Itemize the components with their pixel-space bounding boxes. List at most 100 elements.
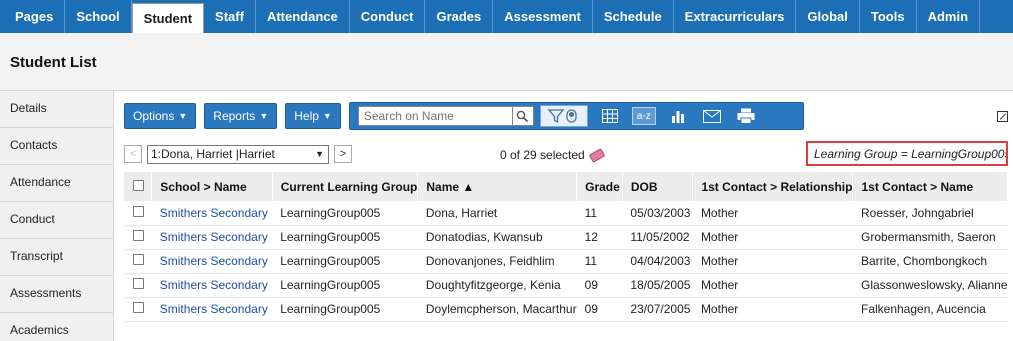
cell-dob: 23/07/2005	[622, 297, 693, 322]
chevron-down-icon: ▼	[315, 149, 324, 159]
cell-name: Donatodias, Kwansub	[417, 225, 577, 250]
cell-grade: 09	[576, 273, 623, 298]
tab-extracurriculars[interactable]: Extracurriculars	[674, 0, 797, 33]
options-button[interactable]: Options ▼	[124, 103, 197, 129]
grid-icon[interactable]	[598, 105, 622, 127]
row-checkbox[interactable]	[124, 201, 152, 226]
cell-school-link[interactable]: Smithers Secondary	[151, 249, 273, 274]
table-row[interactable]: Smithers Secondary LearningGroup005 Doyl…	[124, 297, 1008, 322]
page-title: Student List	[10, 54, 97, 71]
col-learning-group[interactable]: Current Learning Group	[272, 172, 419, 201]
cell-school-link[interactable]: Smithers Secondary	[151, 297, 273, 322]
sidenav-item-conduct[interactable]: Conduct	[0, 202, 113, 239]
search-input[interactable]	[357, 106, 513, 126]
tab-student[interactable]: Student	[131, 3, 205, 33]
tab-assessment[interactable]: Assessment	[493, 0, 593, 33]
table-row[interactable]: Smithers Secondary LearningGroup005 Dona…	[124, 201, 1008, 226]
table-row[interactable]: Smithers Secondary LearningGroup005 Dono…	[124, 249, 1008, 274]
cell-relationship: Mother	[692, 249, 853, 274]
sidenav-item-transcript[interactable]: Transcript	[0, 239, 113, 276]
tab-global[interactable]: Global	[796, 0, 860, 33]
caret-down-icon: ▼	[178, 111, 188, 121]
prev-record-button[interactable]: <	[124, 145, 142, 163]
table-row[interactable]: Smithers Secondary LearningGroup005 Doug…	[124, 273, 1008, 298]
sort-az-icon[interactable]: a-z	[631, 107, 656, 125]
selection-count: 0 of 29 selected	[500, 147, 606, 163]
tab-admin[interactable]: Admin	[917, 0, 981, 33]
sort-az-label: a-z	[636, 110, 651, 122]
mail-icon[interactable]	[700, 105, 724, 127]
title-bar: Student List	[0, 33, 1013, 91]
row-checkbox[interactable]	[124, 249, 152, 274]
sidenav-item-assessments[interactable]: Assessments	[0, 276, 113, 313]
reports-label: Reports	[213, 109, 256, 123]
row-checkbox[interactable]	[124, 273, 152, 298]
tab-school[interactable]: School	[65, 0, 132, 33]
selection-count-text: 0 of 29 selected	[500, 148, 585, 162]
tab-grades[interactable]: Grades	[425, 0, 494, 33]
cell-learning-group: LearningGroup005	[272, 273, 418, 298]
active-filter-label: Learning Group = LearningGroup005	[806, 141, 1008, 166]
cell-dob: 05/03/2003	[622, 201, 693, 226]
cell-learning-group: LearningGroup005	[272, 225, 418, 250]
sidenav-item-attendance[interactable]: Attendance	[0, 165, 113, 202]
record-pager: < 1:Dona, Harriet |Harriet ▼ >	[124, 143, 352, 165]
help-label: Help	[294, 109, 319, 123]
row-checkbox[interactable]	[124, 297, 152, 322]
col-contact-relationship[interactable]: 1st Contact > Relationship	[692, 172, 854, 201]
help-button[interactable]: Help ▼	[285, 103, 341, 129]
next-record-button[interactable]: >	[334, 145, 352, 163]
cell-relationship: Mother	[692, 273, 853, 298]
tab-conduct[interactable]: Conduct	[350, 0, 426, 33]
student-table: School > Name Current Learning Group Nam…	[124, 172, 1008, 322]
cell-grade: 11	[576, 249, 623, 274]
tool-strip: a-z	[348, 102, 804, 130]
table-row[interactable]: Smithers Secondary LearningGroup005 Dona…	[124, 225, 1008, 250]
cell-dob: 04/04/2003	[622, 249, 693, 274]
chart-icon[interactable]	[666, 105, 690, 127]
cell-dob: 18/05/2005	[622, 273, 693, 298]
tab-attendance[interactable]: Attendance	[256, 0, 350, 33]
col-school-name[interactable]: School > Name	[151, 172, 273, 201]
cell-name: Doylemcpherson, Macarthur	[417, 297, 577, 322]
cell-relationship: Mother	[692, 225, 853, 250]
reports-button[interactable]: Reports ▼	[204, 103, 278, 129]
cell-school-link[interactable]: Smithers Secondary	[151, 273, 273, 298]
col-name[interactable]: Name ▲	[417, 172, 578, 201]
select-all-checkbox[interactable]	[124, 172, 153, 201]
cell-grade: 11	[576, 201, 623, 226]
print-icon[interactable]	[734, 105, 758, 127]
popout-icon[interactable]	[997, 111, 1008, 122]
row-checkbox[interactable]	[124, 225, 152, 250]
sidenav-item-contacts[interactable]: Contacts	[0, 128, 113, 165]
tab-tools[interactable]: Tools	[860, 0, 917, 33]
sidenav-item-details[interactable]: Details	[0, 91, 113, 128]
cell-relationship: Mother	[692, 297, 853, 322]
col-grade[interactable]: Grade	[576, 172, 623, 201]
cell-learning-group: LearningGroup005	[272, 297, 418, 322]
record-select-value: 1:Dona, Harriet |Harriet	[151, 147, 275, 161]
top-nav: Pages School Student Staff Attendance Co…	[0, 0, 1013, 33]
cell-contact-name: Barrite, Chombongkoch	[852, 249, 1008, 274]
table-header-row: School > Name Current Learning Group Nam…	[124, 172, 1008, 201]
cell-school-link[interactable]: Smithers Secondary	[151, 225, 273, 250]
search-icon[interactable]	[512, 106, 534, 126]
sidenav-item-academics[interactable]: Academics	[0, 313, 113, 341]
filter-icon[interactable]	[539, 105, 588, 127]
cell-name: Dona, Harriet	[417, 201, 577, 226]
cell-contact-name: Grobermansmith, Saeron	[852, 225, 1008, 250]
cell-name: Donovanjones, Feidhlim	[417, 249, 577, 274]
tab-staff[interactable]: Staff	[204, 0, 256, 33]
eraser-icon[interactable]	[588, 147, 606, 163]
record-select[interactable]: 1:Dona, Harriet |Harriet ▼	[147, 144, 329, 164]
options-label: Options	[133, 109, 175, 123]
cell-learning-group: LearningGroup005	[272, 201, 418, 226]
cell-contact-name: Glassonweslowsky, Alianne	[852, 273, 1008, 298]
tab-pages[interactable]: Pages	[4, 0, 66, 33]
cell-learning-group: LearningGroup005	[272, 249, 418, 274]
col-contact-name[interactable]: 1st Contact > Name	[852, 172, 1008, 201]
cell-school-link[interactable]: Smithers Secondary	[151, 201, 273, 226]
cell-contact-name: Roesser, Johngabriel	[852, 201, 1008, 226]
col-dob[interactable]: DOB	[622, 172, 694, 201]
tab-schedule[interactable]: Schedule	[593, 0, 674, 33]
